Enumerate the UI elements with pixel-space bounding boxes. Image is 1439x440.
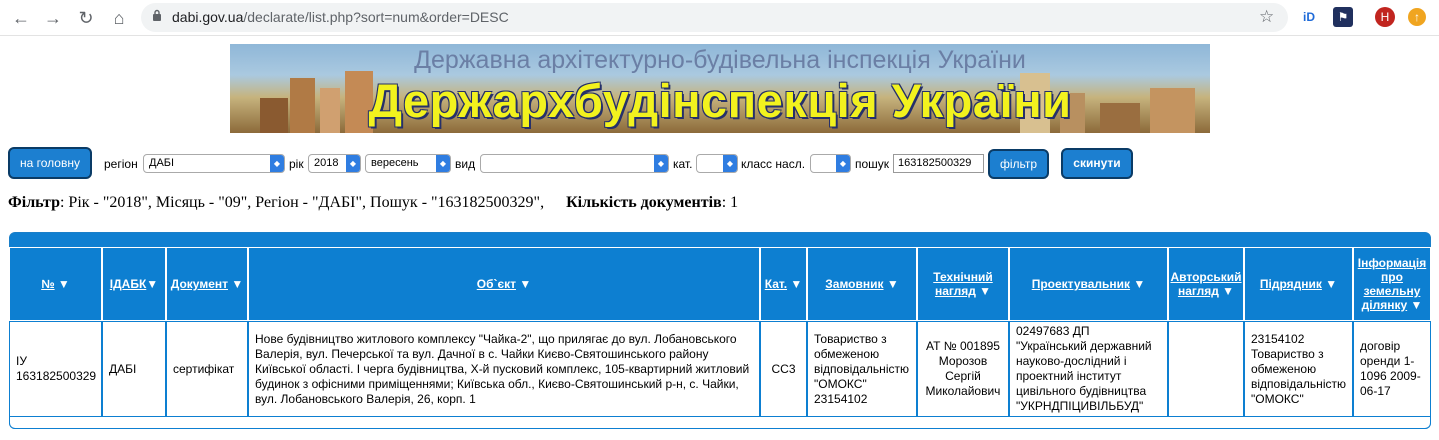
chevron-down-icon: ◆ <box>836 155 850 172</box>
column-header-author-supervision[interactable]: Авторський нагляд ▼ <box>1168 247 1244 321</box>
chevron-down-icon: ◆ <box>270 155 284 172</box>
chevron-down-icon: ◆ <box>346 155 360 172</box>
type-select[interactable]: ◆ <box>480 154 669 173</box>
reload-icon[interactable]: ↻ <box>75 7 97 29</box>
column-header-number[interactable]: № ▼ <box>9 247 102 321</box>
category-select[interactable]: ◆ <box>696 154 738 173</box>
column-header-designer[interactable]: Проектувальник ▼ <box>1009 247 1168 321</box>
url-text: dabi.gov.ua/declarate/list.php?sort=num&… <box>172 9 509 25</box>
search-input[interactable]: 163182500329 <box>893 154 984 173</box>
category-label: кат. <box>673 157 693 171</box>
notification-extension-icon[interactable]: ↑ <box>1408 8 1426 26</box>
banner-title: Держархбудінспекція України <box>368 74 1072 127</box>
chevron-down-icon: ◆ <box>436 155 450 172</box>
profile-avatar[interactable]: Н <box>1375 7 1395 27</box>
column-header-tech-supervision[interactable]: Технічний нагляд ▼ <box>917 247 1009 321</box>
cell-contractor: 23154102 Товариство з обмеженою відповід… <box>1244 321 1353 417</box>
column-header-document[interactable]: Документ ▼ <box>166 247 248 321</box>
lock-icon <box>153 9 161 21</box>
cell-land-info: договір оренди 1-1096 2009-06-17 <box>1353 321 1431 417</box>
month-select[interactable]: вересень ◆ <box>365 154 451 173</box>
cell-tech-supervision: АТ № 001895 Морозов Сергій Миколайович <box>917 321 1009 417</box>
browser-toolbar: ← → ↻ ⌂ dabi.gov.ua/declarate/list.php?s… <box>0 0 1439 36</box>
class-select[interactable]: ◆ <box>810 154 851 173</box>
bookmark-star-icon[interactable]: ☆ <box>1259 7 1274 27</box>
back-arrow-icon[interactable]: ← <box>10 7 32 29</box>
filter-button[interactable]: фільтр <box>988 149 1049 179</box>
home-button[interactable]: на головну <box>8 147 92 179</box>
extension-icon[interactable]: ⚑ <box>1333 7 1353 27</box>
reset-button[interactable]: скинути <box>1061 148 1133 179</box>
chevron-down-icon: ◆ <box>723 155 737 172</box>
column-header-customer[interactable]: Замовник ▼ <box>807 247 917 321</box>
table-footer <box>9 417 1431 429</box>
cell-author-supervision <box>1168 321 1244 417</box>
cell-document: сертифікат <box>166 321 248 417</box>
column-header-land-info[interactable]: Інформація про земельну ділянку ▼ <box>1353 247 1431 321</box>
search-label: пошук <box>855 157 890 171</box>
cell-idabk: ДАБІ <box>102 321 166 417</box>
forward-arrow-icon[interactable]: → <box>42 7 64 29</box>
chevron-down-icon: ◆ <box>654 155 668 172</box>
class-label: класс насл. <box>741 157 806 171</box>
column-header-contractor[interactable]: Підрядник ▼ <box>1244 247 1353 321</box>
column-header-object[interactable]: Об`єкт ▼ <box>248 247 760 321</box>
year-select[interactable]: 2018 ◆ <box>308 154 361 173</box>
column-header-idabk[interactable]: ІДАБК ▼ <box>102 247 166 321</box>
id-extension-icon[interactable]: iD <box>1299 7 1319 27</box>
year-label: рік <box>289 157 304 171</box>
cell-designer: 02497683 ДП "Український державний науко… <box>1009 321 1168 417</box>
cell-category: СС3 <box>760 321 807 417</box>
cell-number: ІУ 163182500329 <box>9 321 102 417</box>
cell-customer: Товариство з обмеженою відповідальністю … <box>807 321 917 417</box>
region-label: регіон <box>104 157 138 171</box>
site-banner: Державна архітектурно-будівельна інспекц… <box>230 44 1210 133</box>
region-select[interactable]: ДАБІ ◆ <box>143 154 285 173</box>
type-label: вид <box>455 157 476 171</box>
cell-object: Нове будівництво житлового комплексу "Ча… <box>248 321 760 417</box>
banner-subtitle: Державна архітектурно-будівельна інспекц… <box>414 46 1026 74</box>
column-header-category[interactable]: Кат. ▼ <box>760 247 807 321</box>
home-icon[interactable]: ⌂ <box>108 7 130 29</box>
filter-summary: Фільтр: Рік - "2018", Місяць - "09", Рег… <box>8 194 739 211</box>
